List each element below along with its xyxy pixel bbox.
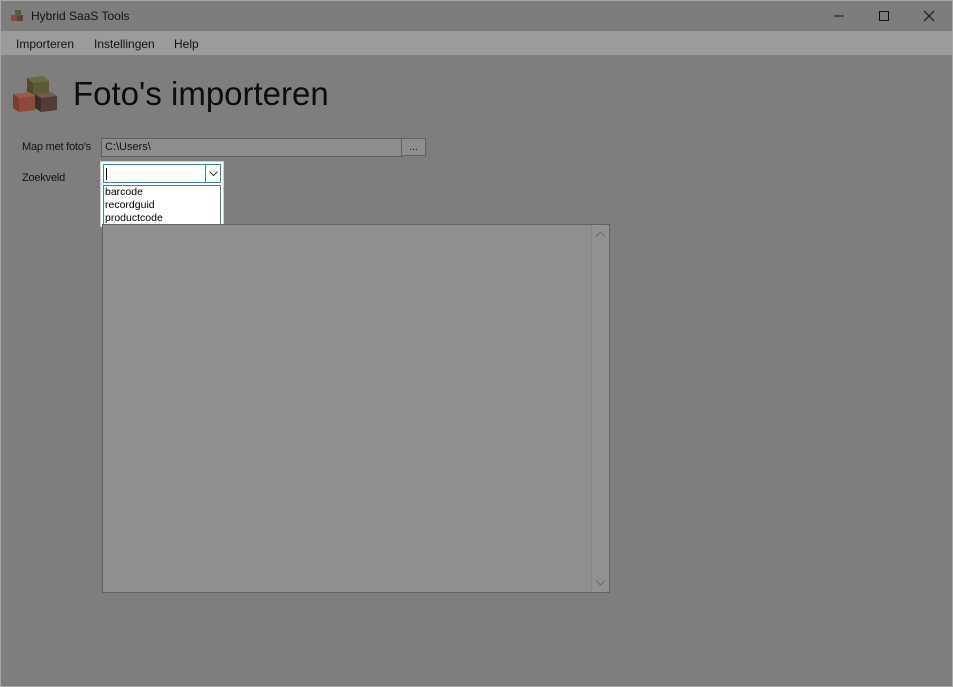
dropdown-option-barcode[interactable]: barcode	[104, 186, 220, 199]
close-button[interactable]	[906, 1, 952, 31]
maximize-button[interactable]	[861, 1, 907, 31]
folder-path-input[interactable]: C:\Users\	[101, 138, 403, 157]
menu-item-instellingen[interactable]: Instellingen	[94, 37, 155, 51]
title-bar[interactable]: Hybrid SaaS Tools	[1, 1, 952, 31]
log-textarea[interactable]	[102, 224, 610, 593]
menu-item-importeren[interactable]: Importeren	[16, 37, 74, 51]
boxes-icon	[13, 76, 57, 112]
browse-button[interactable]: ...	[401, 138, 426, 156]
app-icon	[11, 10, 23, 21]
search-field-combobox[interactable]: barcode recordguid productcode	[100, 161, 224, 227]
folder-label: Map met foto's	[22, 141, 91, 153]
dropdown-list: barcode recordguid productcode	[103, 185, 221, 225]
menu-item-help[interactable]: Help	[174, 37, 199, 51]
minimize-button[interactable]	[816, 1, 862, 31]
dropdown-option-recordguid[interactable]: recordguid	[104, 199, 220, 212]
minimize-icon	[834, 15, 844, 17]
app-window: Hybrid SaaS Tools Importeren Instellinge…	[0, 0, 953, 687]
menu-bar: Importeren Instellingen Help	[1, 31, 952, 55]
vertical-scrollbar[interactable]	[591, 225, 609, 592]
window-title: Hybrid SaaS Tools	[31, 9, 130, 23]
chevron-down-icon	[208, 170, 218, 176]
maximize-icon	[879, 11, 889, 21]
dropdown-button[interactable]	[205, 165, 220, 182]
search-field-label: Zoekveld	[22, 172, 66, 184]
page-title: Foto's importeren	[73, 75, 329, 112]
scroll-down-icon[interactable]	[595, 579, 606, 587]
text-caret	[106, 168, 107, 180]
search-field-input[interactable]	[103, 164, 221, 183]
close-icon	[923, 10, 935, 22]
scroll-up-icon[interactable]	[595, 230, 606, 238]
